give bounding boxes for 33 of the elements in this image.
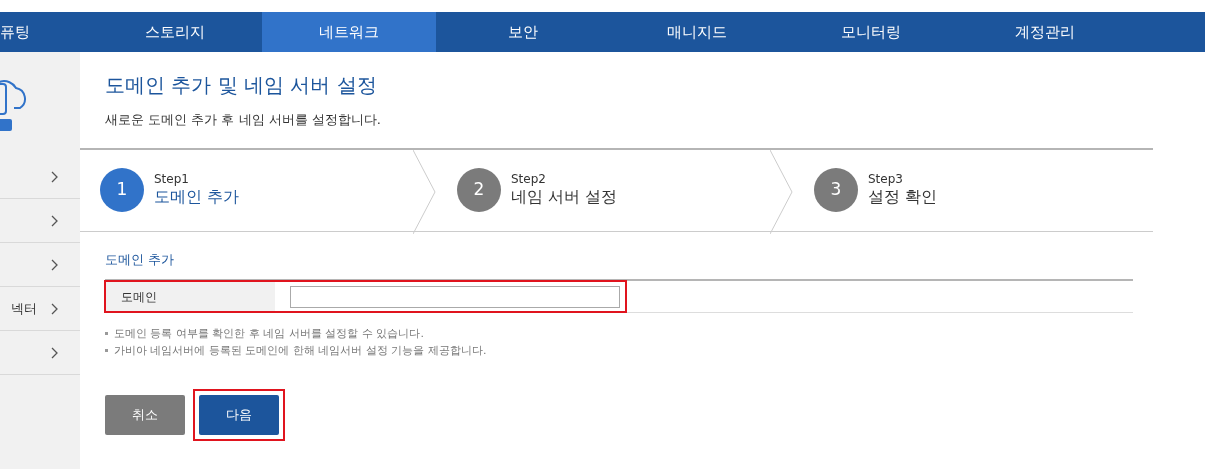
chevron-right-icon	[51, 258, 58, 271]
nav-tab[interactable]: 모니터링	[784, 12, 958, 52]
chevron-right-icon	[51, 214, 58, 227]
step-number: 3	[814, 168, 858, 212]
note-text: 도메인 등록 여부를 확인한 후 네임 서버를 설정할 수 있습니다.	[114, 326, 424, 342]
page-subtitle: 새로운 도메인 추가 후 네임 서버를 설정합니다.	[105, 111, 382, 129]
step-number: 2	[457, 168, 501, 212]
step-caption: Step3	[868, 172, 904, 186]
nav-tab[interactable]: 보안	[436, 12, 610, 52]
chevron-right-icon	[51, 170, 58, 183]
step-label: 설정 확인	[868, 186, 938, 208]
page-title: 도메인 추가 및 네임 서버 설정	[105, 72, 378, 99]
section-title: 도메인 추가	[105, 250, 176, 269]
step-caption: Step1	[154, 172, 190, 186]
sidebar-item[interactable]: 넥터	[0, 287, 80, 331]
bullet-icon	[105, 349, 108, 352]
step-label: 도메인 추가	[154, 186, 240, 208]
chevron-right-icon	[51, 346, 58, 359]
nav-tab[interactable]: 스토리지	[88, 12, 262, 52]
note-text: 가비아 네임서버에 등록된 도메인에 한해 네임서버 설정 기능을 제공합니다.	[114, 343, 487, 359]
step-number: 1	[100, 168, 144, 212]
domain-input[interactable]	[290, 285, 620, 308]
next-button[interactable]: 다음	[199, 395, 279, 435]
bullet-icon	[105, 332, 108, 335]
step-label: 네임 서버 설정	[511, 186, 618, 208]
cancel-button[interactable]: 취소	[105, 395, 185, 435]
nav-tab[interactable]: 매니지드	[610, 12, 784, 52]
chevron-right-icon	[51, 302, 58, 315]
field-label: 도메인	[105, 281, 275, 312]
nav-tab[interactable]: 퓨팅	[0, 12, 88, 52]
nav-tab[interactable]: 계정관리	[958, 12, 1132, 52]
nav-tab[interactable]: 네트워크	[262, 12, 436, 52]
step-caption: Step2	[511, 172, 547, 186]
